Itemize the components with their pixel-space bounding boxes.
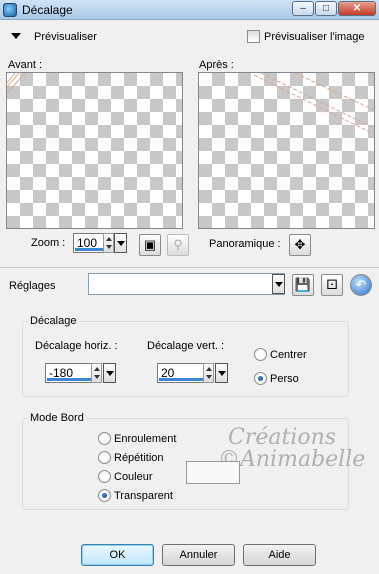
- horiz-offset-spinner[interactable]: [91, 363, 102, 383]
- radio-couleur-label[interactable]: Couleur: [114, 471, 153, 483]
- after-preview[interactable]: [198, 72, 375, 229]
- radio-couleur[interactable]: [98, 470, 111, 483]
- watermark-line-2: ©Animabelle: [218, 447, 366, 472]
- radio-repetition-label[interactable]: Répétition: [114, 452, 164, 464]
- radio-centrer-label[interactable]: Centrer: [270, 349, 307, 361]
- vert-offset-bar: [159, 378, 203, 381]
- after-preview-strokes: [253, 73, 374, 135]
- edge-mode-group-title: Mode Bord: [28, 412, 86, 424]
- zoom-label: Zoom :: [31, 237, 66, 249]
- horiz-offset-dropdown-button[interactable]: [103, 363, 116, 383]
- zoom-to-fit-icon[interactable]: ▣: [139, 234, 161, 256]
- edge-color-swatch[interactable]: [186, 461, 240, 484]
- horiz-offset-bar: [47, 378, 91, 381]
- cancel-button[interactable]: Annuler: [162, 544, 235, 566]
- pan-move-icon[interactable]: ✥: [289, 234, 311, 256]
- title-bar: Décalage – □ ✕: [0, 0, 379, 20]
- presets-dropdown-button[interactable]: [272, 274, 285, 294]
- spin-up-icon[interactable]: [106, 237, 112, 241]
- horiz-offset-label: Décalage horiz. :: [35, 340, 118, 352]
- after-label: Après :: [199, 59, 234, 71]
- window-title: Décalage: [22, 3, 73, 17]
- horiz-offset-input[interactable]: -180: [45, 363, 92, 383]
- preview-on-image-checkbox[interactable]: [247, 30, 260, 43]
- magnifier-icon[interactable]: ⚲: [167, 234, 189, 256]
- zoom-input[interactable]: 100: [73, 233, 104, 253]
- save-preset-icon[interactable]: 💾: [292, 274, 314, 296]
- spin-up-icon[interactable]: [206, 367, 212, 371]
- preview-on-image-label[interactable]: Prévisualiser l'image: [264, 31, 365, 43]
- before-preview-strokes: [7, 73, 26, 94]
- offset-group-title: Décalage: [28, 315, 79, 327]
- ok-button[interactable]: OK: [81, 544, 154, 566]
- minimize-icon[interactable]: –: [292, 1, 314, 16]
- app-icon: [3, 3, 17, 17]
- preview-toolbar: Prévisualiser Prévisualiser l'image: [0, 20, 379, 52]
- presets-combobox[interactable]: [88, 273, 285, 295]
- maximize-icon[interactable]: □: [315, 1, 337, 16]
- presets-label: Réglages: [9, 280, 56, 292]
- reset-icon[interactable]: ↶: [350, 274, 372, 296]
- zoom-spinner[interactable]: [103, 233, 114, 253]
- before-preview[interactable]: [6, 72, 183, 229]
- pan-label: Panoramique :: [209, 238, 281, 250]
- vert-offset-label: Décalage vert. :: [147, 340, 225, 352]
- radio-perso-label[interactable]: Perso: [270, 373, 299, 385]
- spin-down-icon[interactable]: [106, 245, 112, 249]
- radio-perso[interactable]: [254, 372, 267, 385]
- separator: [0, 267, 379, 268]
- radio-centrer[interactable]: [254, 348, 267, 361]
- spin-up-icon[interactable]: [94, 367, 100, 371]
- vert-offset-spinner[interactable]: [203, 363, 214, 383]
- radio-transparent[interactable]: [98, 489, 111, 502]
- radio-repetition[interactable]: [98, 451, 111, 464]
- zoom-dropdown-button[interactable]: [114, 233, 127, 253]
- randomize-dice-icon[interactable]: ⚀: [321, 274, 343, 296]
- radio-enroulement-label[interactable]: Enroulement: [114, 433, 176, 445]
- spin-down-icon[interactable]: [206, 375, 212, 379]
- zoom-bar: [75, 248, 103, 251]
- help-button[interactable]: Aide: [243, 544, 316, 566]
- preview-toggle-label[interactable]: Prévisualiser: [34, 31, 97, 43]
- vert-offset-input[interactable]: 20: [157, 363, 204, 383]
- close-icon[interactable]: ✕: [338, 1, 376, 16]
- before-label: Avant :: [8, 59, 43, 71]
- collapse-triangle-icon[interactable]: [11, 33, 21, 39]
- radio-enroulement[interactable]: [98, 432, 111, 445]
- vert-offset-dropdown-button[interactable]: [215, 363, 228, 383]
- spin-down-icon[interactable]: [94, 375, 100, 379]
- radio-transparent-label[interactable]: Transparent: [114, 490, 173, 502]
